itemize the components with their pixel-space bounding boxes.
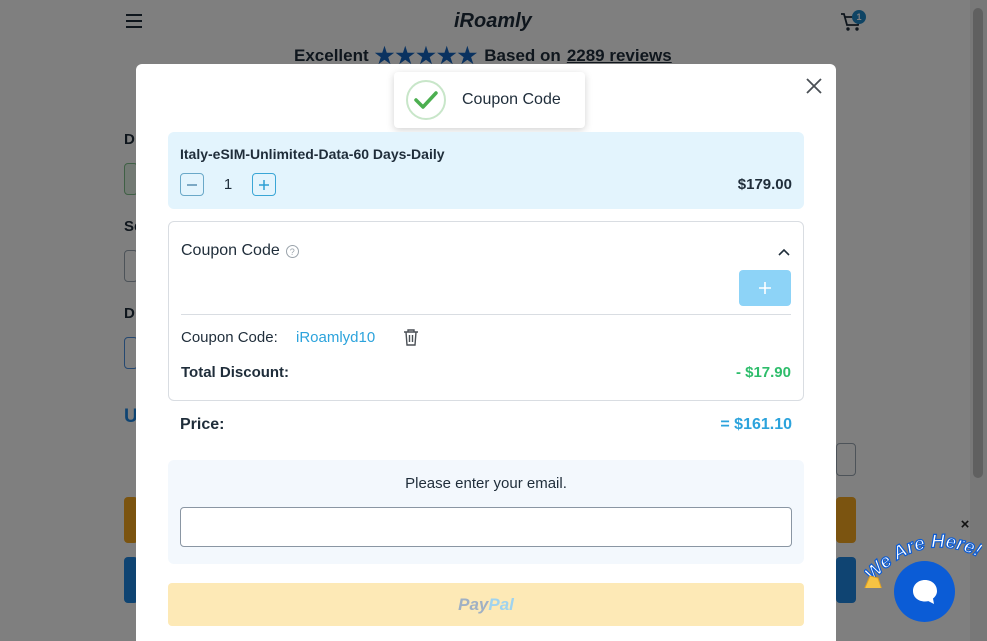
total-discount-value: - $17.90 xyxy=(735,364,791,381)
email-section: Please enter your email. xyxy=(168,460,804,564)
cart-modal: Coupon Code Italy-eSIM-Unlimited-Data-60… xyxy=(136,64,836,641)
divider xyxy=(181,314,791,315)
product-price: $179.00 xyxy=(737,176,792,193)
email-prompt: Please enter your email. xyxy=(405,475,567,492)
paypal-button[interactable]: PayPal xyxy=(168,583,804,626)
chat-bubble-button[interactable] xyxy=(894,561,955,622)
chevron-up-icon[interactable] xyxy=(777,244,791,256)
success-toast: Coupon Code xyxy=(394,72,585,128)
chat-close-button[interactable]: × xyxy=(958,517,972,532)
email-input[interactable] xyxy=(180,507,792,547)
increase-quantity-button[interactable] xyxy=(252,173,276,196)
product-name: Italy-eSIM-Unlimited-Data-60 Days-Daily xyxy=(180,146,445,162)
chat-icon xyxy=(912,579,937,604)
coupon-title: Coupon Code xyxy=(181,242,280,259)
add-coupon-button[interactable] xyxy=(739,270,791,306)
paypal-logo: PayPal xyxy=(458,594,514,614)
checkmark-icon xyxy=(406,80,446,120)
coupon-panel-header[interactable]: Coupon Code ? xyxy=(181,242,299,260)
decrease-quantity-button[interactable] xyxy=(180,173,204,196)
trash-icon[interactable] xyxy=(403,328,419,346)
price-value: = $161.10 xyxy=(720,416,792,433)
help-icon[interactable]: ? xyxy=(285,244,299,258)
coupon-panel: Coupon Code ? Coupon Code: iRoamlyd10 To… xyxy=(168,221,804,401)
product-card: Italy-eSIM-Unlimited-Data-60 Days-Daily … xyxy=(168,132,804,209)
total-discount-label: Total Discount: xyxy=(181,364,290,381)
close-icon[interactable] xyxy=(804,76,824,96)
toast-message: Coupon Code xyxy=(462,91,561,108)
applied-coupon-label: Coupon Code: xyxy=(181,329,278,346)
quantity-value: 1 xyxy=(223,176,233,193)
applied-coupon-code: iRoamlyd10 xyxy=(296,329,376,346)
price-label: Price: xyxy=(180,416,225,433)
